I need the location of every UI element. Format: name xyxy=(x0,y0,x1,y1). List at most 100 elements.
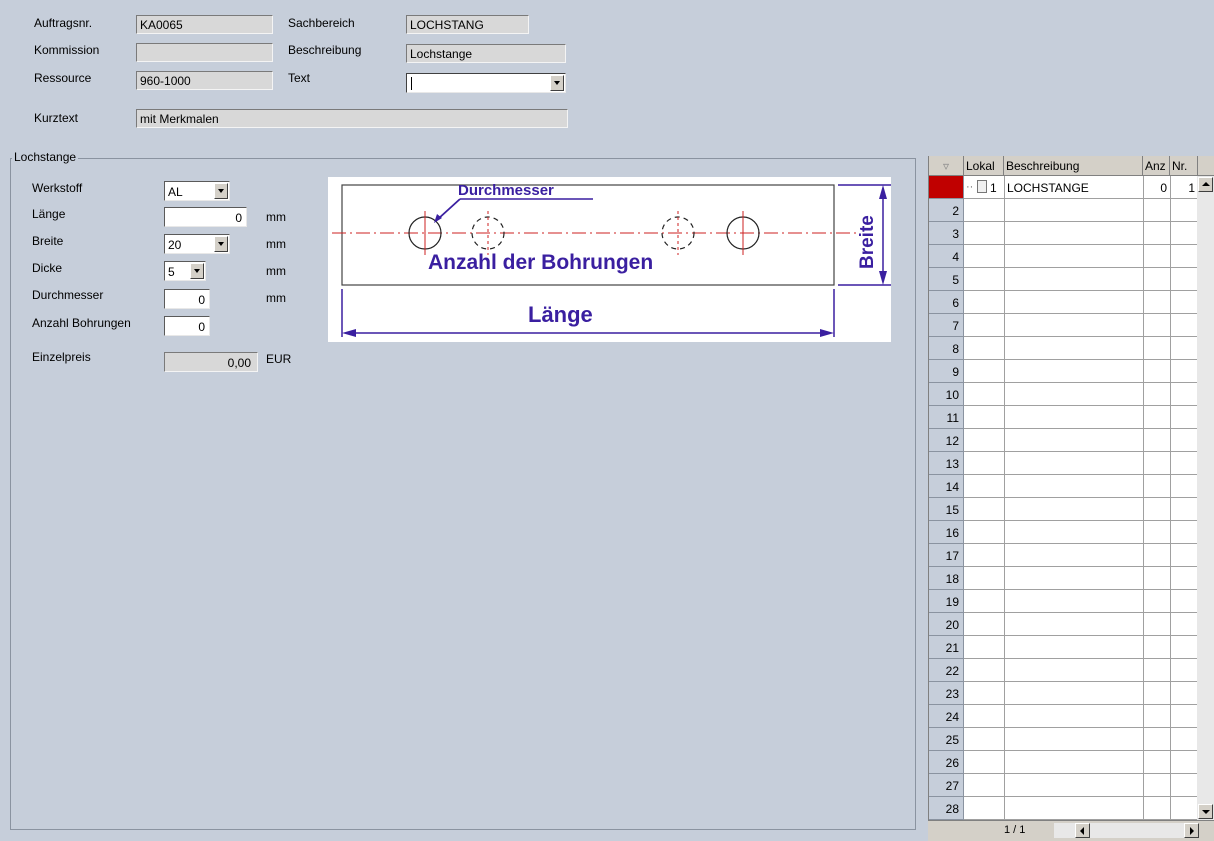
dicke-label: Dicke xyxy=(32,261,63,275)
filter-icon[interactable]: ▿ xyxy=(929,156,964,176)
chevron-down-icon[interactable] xyxy=(214,236,228,252)
row-number[interactable]: 3 xyxy=(929,222,964,245)
table-row[interactable] xyxy=(964,728,1201,751)
grid-vertical-scrollbar[interactable] xyxy=(1197,176,1214,821)
row-number[interactable]: 10 xyxy=(929,383,964,406)
table-row[interactable] xyxy=(964,567,1201,590)
col-header-beschreibung[interactable]: Beschreibung xyxy=(1004,156,1143,176)
table-row[interactable] xyxy=(964,521,1201,544)
position-grid[interactable]: ▿ Lokal Beschreibung Anz Nr. 1 2 3 4 5 6 7 8 9 10… xyxy=(928,156,1214,841)
table-row[interactable] xyxy=(964,544,1201,567)
scroll-up-button[interactable] xyxy=(1198,177,1213,192)
row-number[interactable]: 20 xyxy=(929,613,964,636)
anzahl-label: Anzahl Bohrungen xyxy=(32,316,131,330)
row-number[interactable]: 25 xyxy=(929,728,964,751)
chevron-left-icon xyxy=(1080,827,1084,835)
scroll-down-button[interactable] xyxy=(1198,804,1213,819)
table-row[interactable] xyxy=(964,475,1201,498)
laenge-input[interactable]: 0 xyxy=(164,207,247,227)
row-number[interactable]: 17 xyxy=(929,544,964,567)
row1-beschreibung[interactable]: LOCHSTANGE xyxy=(1007,181,1089,195)
row-number[interactable]: 1 xyxy=(929,176,964,199)
row-number[interactable]: 23 xyxy=(929,682,964,705)
table-row[interactable] xyxy=(964,383,1201,406)
row-number[interactable]: 15 xyxy=(929,498,964,521)
table-row[interactable] xyxy=(964,659,1201,682)
table-row[interactable] xyxy=(964,268,1201,291)
beschreibung-field[interactable]: Lochstange xyxy=(406,44,566,63)
row-number[interactable]: 22 xyxy=(929,659,964,682)
chevron-down-icon[interactable] xyxy=(214,183,228,199)
row-number[interactable]: 9 xyxy=(929,360,964,383)
table-row[interactable] xyxy=(964,429,1201,452)
row-number[interactable]: 7 xyxy=(929,314,964,337)
table-row[interactable] xyxy=(964,705,1201,728)
table-row[interactable] xyxy=(964,337,1201,360)
row-number[interactable]: 2 xyxy=(929,199,964,222)
row-number[interactable]: 12 xyxy=(929,429,964,452)
laenge-caption: Länge xyxy=(528,302,593,327)
scroll-right-button[interactable] xyxy=(1184,823,1199,838)
text-combobox[interactable] xyxy=(406,73,566,93)
row-number[interactable]: 27 xyxy=(929,774,964,797)
sachbereich-field[interactable]: LOCHSTANG xyxy=(406,15,529,34)
kommission-field[interactable] xyxy=(136,43,273,62)
row-number[interactable]: 19 xyxy=(929,590,964,613)
table-row[interactable] xyxy=(964,406,1201,429)
table-row[interactable] xyxy=(964,314,1201,337)
horizontal-scrollbar[interactable] xyxy=(1054,823,1184,838)
chevron-down-icon[interactable] xyxy=(190,263,204,279)
row-number[interactable]: 24 xyxy=(929,705,964,728)
einzelpreis-field[interactable]: 0,00 xyxy=(164,352,258,372)
tree-connector: ·· xyxy=(966,181,974,193)
row-number[interactable]: 16 xyxy=(929,521,964,544)
table-row[interactable] xyxy=(964,751,1201,774)
chevron-down-icon xyxy=(1202,810,1210,814)
table-row[interactable] xyxy=(964,797,1201,820)
row-number[interactable]: 13 xyxy=(929,452,964,475)
table-row[interactable] xyxy=(964,199,1201,222)
row-number[interactable]: 11 xyxy=(929,406,964,429)
row-number[interactable]: 8 xyxy=(929,337,964,360)
table-row[interactable] xyxy=(964,774,1201,797)
row-number[interactable]: 6 xyxy=(929,291,964,314)
table-row[interactable] xyxy=(964,452,1201,475)
row-number[interactable]: 26 xyxy=(929,751,964,774)
row-number[interactable]: 18 xyxy=(929,567,964,590)
durchmesser-input[interactable]: 0 xyxy=(164,289,210,309)
col-header-nr[interactable]: Nr. xyxy=(1170,156,1198,176)
row-number[interactable]: 5 xyxy=(929,268,964,291)
row-number[interactable]: 14 xyxy=(929,475,964,498)
dicke-combobox[interactable]: 5 xyxy=(164,261,206,281)
row-number[interactable]: 21 xyxy=(929,636,964,659)
table-row[interactable] xyxy=(964,590,1201,613)
breite-combobox[interactable]: 20 xyxy=(164,234,230,254)
auftragsnr-field[interactable]: KA0065 xyxy=(136,15,273,34)
anzahl-input[interactable]: 0 xyxy=(164,316,210,336)
table-row[interactable] xyxy=(964,682,1201,705)
werkstoff-combobox[interactable]: AL xyxy=(164,181,230,201)
table-row[interactable] xyxy=(964,222,1201,245)
col-header-anz[interactable]: Anz xyxy=(1143,156,1170,176)
col-header-lokal[interactable]: Lokal xyxy=(964,156,1004,176)
table-row[interactable] xyxy=(964,498,1201,521)
text-cursor xyxy=(411,77,412,90)
table-row[interactable] xyxy=(964,245,1201,268)
row1-anz[interactable]: 0 xyxy=(1143,181,1167,195)
row1-lokal[interactable]: 1 xyxy=(990,181,997,195)
kurztext-field[interactable]: mit Merkmalen xyxy=(136,109,568,128)
table-row[interactable] xyxy=(964,291,1201,314)
chevron-down-icon[interactable] xyxy=(550,75,564,91)
row1-nr[interactable]: 1 xyxy=(1170,181,1195,195)
chevron-up-icon xyxy=(1202,182,1210,186)
table-row[interactable] xyxy=(964,360,1201,383)
row-number[interactable]: 28 xyxy=(929,797,964,820)
table-row[interactable] xyxy=(964,636,1201,659)
table-row[interactable] xyxy=(964,613,1201,636)
dicke-value: 5 xyxy=(168,265,175,279)
row-number[interactable]: 4 xyxy=(929,245,964,268)
ressource-field[interactable]: 960-1000 xyxy=(136,71,273,90)
scroll-left-button[interactable] xyxy=(1075,823,1090,838)
durchmesser-unit: mm xyxy=(266,291,286,305)
anzahl-caption: Anzahl der Bohrungen xyxy=(428,251,653,274)
